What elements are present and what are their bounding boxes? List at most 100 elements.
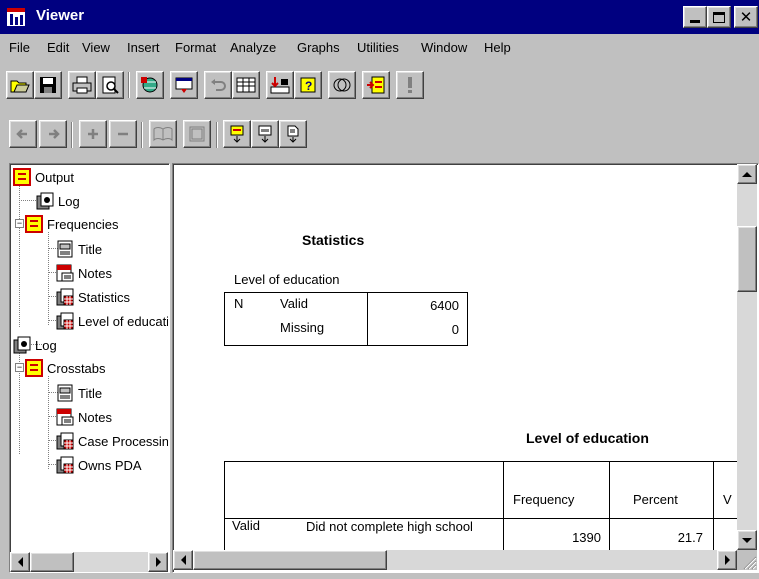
outline-item-frequencies[interactable]: Frequencies	[25, 215, 119, 233]
table-divider	[367, 293, 368, 345]
collapse-button[interactable]	[109, 120, 137, 148]
frequency-table-title: Level of education	[526, 430, 649, 446]
scroll-thumb[interactable]	[193, 550, 387, 570]
arrow-right-icon	[155, 557, 161, 567]
run-button[interactable]	[396, 71, 424, 99]
outline-item-case-processing-summary[interactable]: Case Processing Summary	[56, 432, 168, 450]
maximize-button[interactable]	[707, 6, 731, 28]
outline-item-log-2[interactable]: Log	[13, 336, 57, 354]
insert-heading-button[interactable]	[223, 120, 251, 148]
content-vertical-scrollbar[interactable]	[737, 164, 757, 550]
close-button[interactable]: ✕	[734, 6, 758, 28]
menu-format[interactable]: Format	[175, 40, 216, 55]
outline-item-notes-2[interactable]: Notes	[56, 408, 112, 426]
menu-insert[interactable]: Insert	[127, 40, 160, 55]
menu-file[interactable]: File	[9, 40, 30, 55]
title-icon	[57, 384, 73, 402]
menu-view[interactable]: View	[82, 40, 110, 55]
menu-window[interactable]: Window	[421, 40, 467, 55]
menu-help[interactable]: Help	[484, 40, 511, 55]
goto-data-button[interactable]	[232, 71, 260, 99]
insert-title-button[interactable]	[251, 120, 279, 148]
title-bar: Viewer ✕	[0, 0, 759, 34]
statistics-table[interactable]: N Valid 6400 Missing 0	[224, 292, 468, 346]
undo-button[interactable]	[204, 71, 232, 99]
outline-item-title[interactable]: Title	[56, 240, 102, 258]
resize-grip-icon	[743, 556, 757, 570]
save-button[interactable]	[34, 71, 62, 99]
output-document: Statistics Level of education N Valid 64…	[173, 164, 737, 550]
goto-data-icon	[236, 77, 256, 93]
outline-item-statistics[interactable]: Statistics	[56, 288, 130, 306]
content-horizontal-scrollbar[interactable]	[173, 550, 737, 570]
outline-horizontal-scrollbar[interactable]	[10, 552, 168, 572]
scroll-thumb[interactable]	[737, 226, 757, 292]
viewer-app-icon[interactable]	[6, 7, 26, 27]
pivot-table-icon	[56, 432, 74, 450]
outline-item-title-2[interactable]: Title	[56, 384, 102, 402]
table-divider	[609, 462, 610, 550]
frequency-table[interactable]: Frequency Percent V Valid Did not comple…	[224, 461, 737, 550]
arrow-up-icon	[742, 171, 752, 177]
export-icon	[141, 77, 158, 93]
scroll-right-button[interactable]	[148, 552, 168, 572]
pivot-table-icon	[56, 312, 74, 330]
cell-percent: 21.7	[677, 530, 703, 545]
run-icon	[408, 77, 412, 93]
goto-case-button[interactable]	[266, 71, 294, 99]
print-button[interactable]	[68, 71, 96, 99]
outline-item-label: Title	[78, 385, 103, 401]
outline-item-log[interactable]: Log	[36, 192, 80, 210]
arrow-down-icon	[742, 537, 752, 543]
demote-icon	[49, 129, 60, 139]
dialog-recall-button[interactable]	[170, 71, 198, 99]
pivot-table-icon	[56, 288, 74, 306]
size-grip[interactable]	[737, 550, 757, 570]
scroll-thumb[interactable]	[30, 552, 74, 572]
demote-button[interactable]	[39, 120, 67, 148]
outline-item-crosstabs[interactable]: Crosstabs	[25, 359, 106, 377]
promote-button[interactable]	[9, 120, 37, 148]
outline-item-label: Owns PDA	[78, 457, 142, 473]
designate-window-button[interactable]	[362, 71, 390, 99]
scroll-left-button[interactable]	[173, 550, 193, 570]
scroll-up-button[interactable]	[737, 164, 757, 184]
minimize-icon	[690, 19, 700, 23]
content-pane[interactable]: Statistics Level of education N Valid 64…	[172, 163, 759, 573]
scroll-down-button[interactable]	[737, 530, 757, 550]
collapse-crosstabs-toggle[interactable]: −	[15, 363, 24, 372]
output-book-icon	[25, 359, 43, 377]
minimize-button[interactable]	[683, 6, 707, 28]
show-icon	[153, 127, 173, 142]
print-preview-button[interactable]	[96, 71, 124, 99]
outline-item-label: Level of education	[78, 313, 168, 329]
scroll-left-button[interactable]	[10, 552, 30, 572]
window-title: Viewer	[36, 7, 85, 24]
insert-text-button[interactable]	[279, 120, 307, 148]
menu-utilities[interactable]: Utilities	[357, 40, 399, 55]
outline-item-label: Notes	[78, 409, 112, 425]
outline-item-notes[interactable]: Notes	[56, 264, 112, 282]
outline-pane[interactable]: − − Output Log Frequencies Title Notes S…	[9, 163, 170, 573]
scroll-right-button[interactable]	[717, 550, 737, 570]
variables-button[interactable]: ?	[294, 71, 322, 99]
export-button[interactable]	[136, 71, 164, 99]
show-button[interactable]	[149, 120, 177, 148]
toolbar-separator	[141, 122, 143, 148]
menu-edit[interactable]: Edit	[47, 40, 69, 55]
use-sets-button[interactable]	[328, 71, 356, 99]
expand-button[interactable]	[79, 120, 107, 148]
collapse-frequencies-toggle[interactable]: −	[15, 219, 24, 228]
menu-analyze[interactable]: Analyze	[230, 40, 276, 55]
outline-item-label: Output	[35, 169, 75, 185]
outline-item-owns-pda[interactable]: Owns PDA	[56, 456, 142, 474]
menu-graphs[interactable]: Graphs	[297, 40, 340, 55]
save-icon	[40, 77, 56, 93]
hide-button[interactable]	[183, 120, 211, 148]
undo-icon	[211, 79, 226, 91]
outline-item-level-of-education[interactable]: Level of education	[56, 312, 168, 330]
open-button[interactable]	[6, 71, 34, 99]
stat-value-missing: 0	[451, 322, 459, 337]
stat-type-missing: Missing	[280, 320, 325, 335]
outline-item-output[interactable]: Output	[13, 168, 74, 186]
